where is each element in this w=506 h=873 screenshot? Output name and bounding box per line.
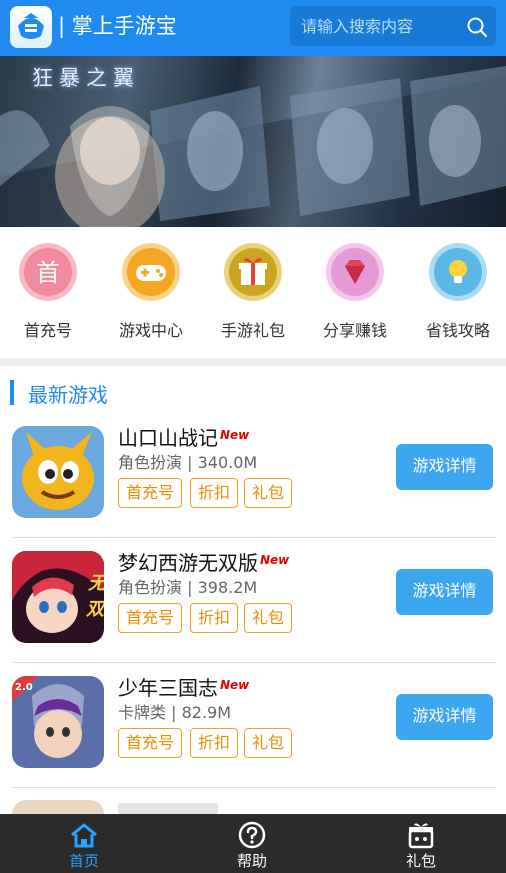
promo-banner[interactable]: 狂暴之翼 (0, 56, 506, 227)
game-list-item[interactable]: 无 双 梦幻西游无双版New 角色扮演 | 398.2M 首充号 折扣 礼包 游… (0, 541, 506, 667)
game-icon[interactable] (12, 426, 104, 518)
first-charge-glyph: 首 (36, 259, 60, 287)
new-badge: New (260, 553, 290, 567)
tag-first-charge[interactable]: 首充号 (118, 478, 182, 508)
svg-text:双: 双 (85, 599, 104, 620)
gamepad-icon (122, 243, 180, 301)
nav-label: 礼包 (405, 852, 436, 870)
section-title: 最新游戏 (28, 383, 108, 407)
game-genre: 角色扮演 (118, 453, 183, 472)
game-detail-button[interactable]: 游戏详情 (396, 444, 493, 490)
svg-text:2.0: 2.0 (15, 682, 33, 693)
game-meta: 卡牌类 | 82.9M (118, 703, 232, 722)
game-meta: 角色扮演 | 398.2M (118, 578, 258, 597)
category-gift-pack[interactable]: 手游礼包 (208, 243, 298, 343)
nav-help[interactable]: 帮助 (168, 814, 336, 873)
category-label: 手游礼包 (220, 321, 285, 340)
nav-label: 帮助 (236, 852, 267, 870)
bottom-nav: 首页 帮助 礼包 (0, 814, 506, 873)
category-label: 省钱攻略 (425, 321, 490, 340)
list-divider (12, 662, 496, 663)
game-name: 山口山战记 New (118, 420, 249, 453)
game-size: 340.0M (197, 453, 258, 472)
game-genre: 卡牌类 (118, 703, 167, 722)
game-name: 梦幻西游无双版 New (118, 545, 289, 578)
banner-caption: 狂暴之翼 (32, 66, 140, 90)
game-detail-button[interactable]: 游戏详情 (396, 694, 493, 740)
category-saving-guide[interactable]: 省钱攻略 (413, 243, 503, 343)
game-size: 82.9M (181, 703, 232, 722)
diamond-icon (326, 243, 384, 301)
app-title: | 掌上手游宝 (58, 14, 177, 38)
first-charge-icon: 首 (19, 243, 77, 301)
list-divider (12, 787, 496, 788)
category-share-earn[interactable]: 分享赚钱 (310, 243, 400, 343)
lightbulb-icon (429, 243, 487, 301)
tag-first-charge[interactable]: 首充号 (118, 603, 182, 633)
category-label: 游戏中心 (118, 321, 183, 340)
tag-gift[interactable]: 礼包 (244, 728, 292, 758)
home-icon (69, 820, 99, 850)
svg-text:无: 无 (87, 573, 104, 594)
app-logo[interactable] (10, 6, 52, 48)
tag-first-charge[interactable]: 首充号 (118, 728, 182, 758)
section-accent-bar (10, 380, 14, 405)
section-header: 最新游戏 (0, 366, 506, 418)
top-header: | 掌上手游宝 (0, 0, 506, 56)
tag-gift[interactable]: 礼包 (244, 478, 292, 508)
game-name: 少年三国志 New (118, 670, 249, 703)
game-icon[interactable]: 无 双 (12, 551, 104, 643)
game-title: 少年三国志 (118, 676, 218, 700)
new-badge: New (220, 428, 250, 442)
game-icon-partial[interactable] (12, 800, 104, 814)
search-icon[interactable] (466, 16, 488, 38)
category-label: 首充号 (23, 321, 72, 340)
nav-home[interactable]: 首页 (0, 814, 168, 873)
gift-box-icon (406, 820, 436, 850)
game-list-item[interactable]: 2.0 少年三国志 New 卡牌类 | 82.9M 首充号 折扣 礼包 游戏详情 (0, 666, 506, 792)
search-box (290, 6, 496, 46)
category-first-charge[interactable]: 首 首充号 (3, 243, 93, 343)
category-label: 分享赚钱 (322, 321, 387, 340)
tag-discount[interactable]: 折扣 (190, 478, 238, 508)
category-menu: 首 首充号 游戏中心 手游礼包 分享赚钱 省钱攻略 (0, 227, 506, 358)
section-separator (0, 358, 506, 366)
game-meta: 角色扮演 | 340.0M (118, 453, 258, 472)
app-screen: | 掌上手游宝 狂暴之翼 (0, 0, 506, 873)
tag-discount[interactable]: 折扣 (190, 728, 238, 758)
game-name-partial (118, 803, 218, 814)
help-icon (237, 820, 267, 850)
category-game-center[interactable]: 游戏中心 (106, 243, 196, 343)
nav-label: 首页 (68, 852, 99, 870)
tag-discount[interactable]: 折扣 (190, 603, 238, 633)
gift-icon (224, 243, 282, 301)
game-title: 梦幻西游无双版 (118, 551, 258, 575)
game-icon[interactable]: 2.0 (12, 676, 104, 768)
tag-gift[interactable]: 礼包 (244, 603, 292, 633)
game-size: 398.2M (197, 578, 258, 597)
nav-gift[interactable]: 礼包 (337, 814, 505, 873)
list-divider (12, 537, 496, 538)
game-genre: 角色扮演 (118, 578, 183, 597)
game-title: 山口山战记 (118, 426, 218, 450)
game-list-item[interactable]: 山口山战记 New 角色扮演 | 340.0M 首充号 折扣 礼包 游戏详情 (0, 416, 506, 542)
new-badge: New (220, 678, 250, 692)
game-detail-button[interactable]: 游戏详情 (396, 569, 493, 615)
